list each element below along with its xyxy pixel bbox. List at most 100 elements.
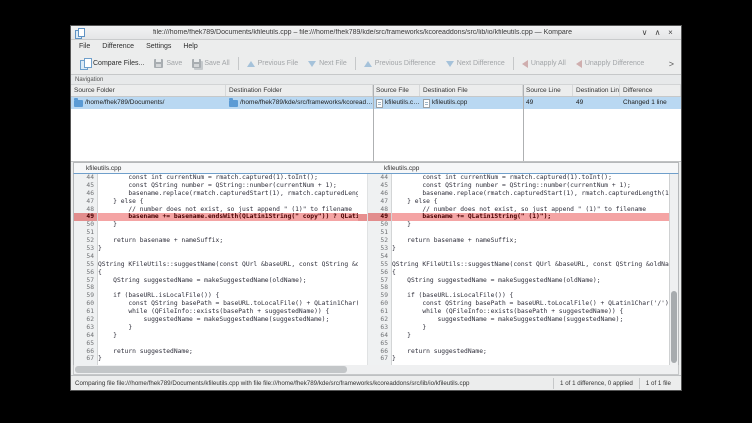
navigation-row-selected[interactable]: /home/fhek789/Documents/ /home/fhek789/k… bbox=[71, 97, 681, 109]
destination-code-line: } bbox=[392, 332, 669, 340]
destination-line-number: 66 bbox=[368, 348, 391, 356]
menu-difference[interactable]: Difference bbox=[96, 43, 140, 50]
close-button[interactable]: × bbox=[664, 28, 677, 37]
destination-code-view[interactable]: const int currentNum = rmatch.captured(1… bbox=[392, 174, 669, 365]
menubar: File Difference Settings Help bbox=[71, 40, 681, 53]
column-header-source-file[interactable]: Source File bbox=[373, 85, 420, 96]
source-code-line: } bbox=[98, 324, 358, 332]
menu-file[interactable]: File bbox=[73, 43, 96, 50]
cell-destination-line: 49 bbox=[573, 97, 620, 109]
file-icon bbox=[423, 99, 430, 108]
unapply-all-button[interactable]: Unapply All bbox=[517, 58, 571, 70]
cell-source-file: kfileutils.cpp bbox=[373, 97, 420, 109]
minimize-button[interactable]: ∨ bbox=[638, 28, 651, 37]
maximize-button[interactable]: ∧ bbox=[651, 28, 664, 37]
destination-code-line bbox=[392, 340, 669, 348]
source-code-line: } bbox=[98, 221, 358, 229]
source-code-line bbox=[98, 229, 358, 237]
destination-code-line bbox=[392, 229, 669, 237]
arrow-up-icon bbox=[247, 61, 255, 67]
next-file-label: Next File bbox=[319, 60, 347, 67]
arrow-down-icon bbox=[446, 61, 454, 67]
toolbar-overflow-button[interactable]: > bbox=[666, 59, 677, 69]
column-header-source-line[interactable]: Source Line bbox=[523, 85, 573, 96]
vertical-scrollbar[interactable] bbox=[669, 174, 678, 365]
destination-code-line: return suggestedName; bbox=[392, 348, 669, 356]
diff-connector-band[interactable] bbox=[358, 214, 367, 222]
next-difference-button[interactable]: Next Difference bbox=[441, 58, 510, 69]
column-header-source-folder[interactable]: Source Folder bbox=[71, 85, 226, 96]
source-code-line bbox=[98, 253, 358, 261]
navigation-splitter[interactable] bbox=[523, 85, 524, 161]
horizontal-scrollbar-thumb[interactable] bbox=[75, 366, 347, 373]
destination-code-line: const QString basePath = baseURL.toLocal… bbox=[392, 300, 669, 308]
destination-code-line[interactable]: basename += QLatin1String(" (1)"); bbox=[392, 213, 669, 221]
source-pane[interactable]: 4445464748495051525354555657585960616263… bbox=[74, 174, 358, 365]
source-line-number: 56 bbox=[74, 269, 97, 277]
save-all-button[interactable]: Save All bbox=[187, 57, 234, 70]
horizontal-scrollbar[interactable] bbox=[73, 365, 679, 375]
navigation-splitter[interactable] bbox=[373, 85, 374, 161]
source-line-number: 64 bbox=[74, 332, 97, 340]
source-code-view[interactable]: const int currentNum = rmatch.captured(1… bbox=[98, 174, 358, 365]
destination-pane[interactable]: 4445464748495051525354555657585960616263… bbox=[368, 174, 669, 365]
undo-icon bbox=[576, 60, 582, 68]
desktop-background: file:///home/fhek789/Documents/kfileutil… bbox=[0, 0, 752, 423]
compare-files-label: Compare Files... bbox=[93, 60, 144, 67]
source-code-line: const QString basePath = baseURL.toLocal… bbox=[98, 300, 358, 308]
file-count: 1 of 1 file bbox=[639, 378, 677, 389]
destination-line-number: 48 bbox=[368, 206, 391, 214]
save-button[interactable]: Save bbox=[149, 57, 187, 70]
navigation-dock-title[interactable]: Navigation bbox=[71, 75, 681, 85]
column-header-destination-file[interactable]: Destination File bbox=[420, 85, 523, 96]
save-label: Save bbox=[166, 60, 182, 67]
column-header-destination-line[interactable]: Destination Line bbox=[573, 85, 620, 96]
titlebar[interactable]: file:///home/fhek789/Documents/kfileutil… bbox=[71, 26, 681, 40]
status-message: Comparing file file:///home/fhek789/Docu… bbox=[75, 380, 553, 387]
destination-line-number: 44 bbox=[368, 174, 391, 182]
menu-help[interactable]: Help bbox=[177, 43, 203, 50]
source-line-number: 47 bbox=[74, 198, 97, 206]
unapply-difference-button[interactable]: Unapply Difference bbox=[571, 58, 649, 70]
destination-line-number: 60 bbox=[368, 300, 391, 308]
menu-settings[interactable]: Settings bbox=[140, 43, 177, 50]
source-line-number: 60 bbox=[74, 300, 97, 308]
source-code-line: QString KFileUtils::suggestName(const QU… bbox=[98, 261, 358, 269]
cell-destination-file: kfileutils.cpp bbox=[420, 97, 523, 109]
column-header-difference[interactable]: Difference bbox=[620, 85, 681, 96]
folder-icon bbox=[74, 100, 83, 107]
destination-line-number: 50 bbox=[368, 221, 391, 229]
previous-difference-button[interactable]: Previous Difference bbox=[359, 58, 441, 69]
toolbar: Compare Files... Save Save All Previous … bbox=[71, 53, 681, 75]
source-code-line: } bbox=[98, 332, 358, 340]
destination-code-line: QString KFileUtils::suggestName(const QU… bbox=[392, 261, 669, 269]
previous-file-button[interactable]: Previous File bbox=[242, 58, 303, 69]
code-region: 4445464748495051525354555657585960616263… bbox=[73, 174, 679, 365]
next-file-button[interactable]: Next File bbox=[303, 58, 352, 69]
source-code-line bbox=[98, 340, 358, 348]
destination-file-header: kfileutils.cpp bbox=[368, 163, 678, 173]
source-line-number-gutter: 4445464748495051525354555657585960616263… bbox=[74, 174, 98, 365]
source-file-header: kfileutils.cpp bbox=[74, 163, 358, 173]
compare-files-button[interactable]: Compare Files... bbox=[75, 56, 149, 71]
previous-difference-label: Previous Difference bbox=[375, 60, 436, 67]
cell-destination-folder: /home/fhek789/kde/src/frameworks/kcoread… bbox=[226, 97, 373, 109]
vertical-scrollbar-thumb[interactable] bbox=[671, 291, 677, 364]
statusbar: Comparing file file:///home/fhek789/Docu… bbox=[71, 375, 681, 390]
source-code-line: while (QFileInfo::exists(basePath + sugg… bbox=[98, 308, 358, 316]
source-code-line[interactable]: basename += basename.endsWith(QLatin1Str… bbox=[98, 213, 358, 221]
cell-source-folder: /home/fhek789/Documents/ bbox=[71, 97, 226, 109]
source-line-number: 46 bbox=[74, 190, 97, 198]
destination-code-line: } bbox=[392, 221, 669, 229]
destination-line-number: 51 bbox=[368, 229, 391, 237]
destination-code-line: const QString number = QString::number(c… bbox=[392, 182, 669, 190]
column-header-destination-folder[interactable]: Destination Folder bbox=[226, 85, 373, 96]
destination-code-line: if (baseURL.isLocalFile()) { bbox=[392, 292, 669, 300]
save-icon bbox=[154, 59, 163, 68]
source-line-number: 58 bbox=[74, 284, 97, 292]
next-difference-label: Next Difference bbox=[457, 60, 505, 67]
toolbar-separator bbox=[355, 57, 356, 70]
destination-line-number: 63 bbox=[368, 324, 391, 332]
source-code-line: basename.replace(rmatch.capturedStart(1)… bbox=[98, 190, 358, 198]
save-all-label: Save All bbox=[204, 60, 229, 67]
